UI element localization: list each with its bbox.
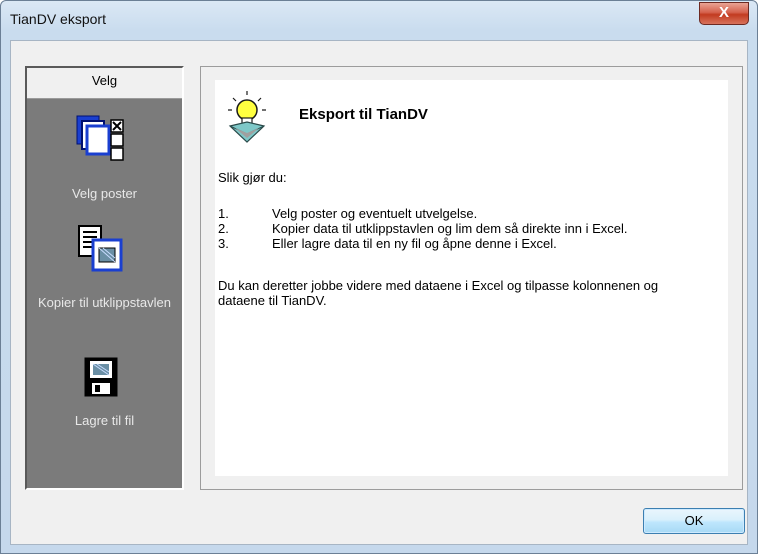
window-title: TianDV eksport	[10, 11, 106, 27]
step-number: 3.	[218, 236, 229, 251]
sidebar-item-label: Kopier til utklippstavlen	[38, 295, 171, 310]
save-floppy-icon	[84, 357, 118, 397]
title-bar[interactable]: TianDV eksport X	[1, 1, 757, 37]
steps-list: 1. Velg poster og eventuelt utvelgelse. …	[218, 206, 718, 251]
sidebar-item-label: Lagre til fil	[74, 413, 135, 428]
content-panel: Eksport til TianDV Slik gjør du: 1. Velg…	[215, 80, 728, 476]
list-item: 2. Kopier data til utklippstavlen og lim…	[218, 221, 718, 236]
copy-to-clipboard-icon	[78, 225, 123, 272]
page-title: Eksport til TianDV	[299, 106, 428, 123]
sidebar-item-save-file[interactable]: Lagre til fil	[27, 350, 182, 450]
list-item: 3. Eller lagre data til en ny fil og åpn…	[218, 236, 718, 251]
close-button[interactable]: X	[699, 2, 749, 25]
step-number: 2.	[218, 221, 229, 236]
outro-text: Du kan deretter jobbe videre med dataene…	[218, 278, 659, 308]
sidebar: Velg Velg poster Kopier til utklippstavl…	[25, 66, 184, 490]
select-records-icon	[76, 115, 124, 161]
sidebar-item-copy-clipboard[interactable]: Kopier til utklippstavlen	[27, 218, 182, 338]
step-text: Eller lagre data til en ny fil og åpne d…	[272, 236, 557, 251]
sidebar-item-label: Velg poster	[71, 186, 138, 201]
sidebar-header: Velg	[27, 68, 182, 99]
step-text: Kopier data til utklippstavlen og lim de…	[272, 221, 628, 236]
ok-button[interactable]: OK	[643, 508, 745, 534]
step-text: Velg poster og eventuelt utvelgelse.	[272, 206, 478, 221]
list-item: 1. Velg poster og eventuelt utvelgelse.	[218, 206, 718, 221]
step-number: 1.	[218, 206, 229, 221]
intro-text: Slik gjør du:	[218, 170, 287, 185]
sidebar-item-select-records[interactable]: Velg poster	[27, 106, 182, 206]
lightbulb-icon	[228, 91, 266, 143]
